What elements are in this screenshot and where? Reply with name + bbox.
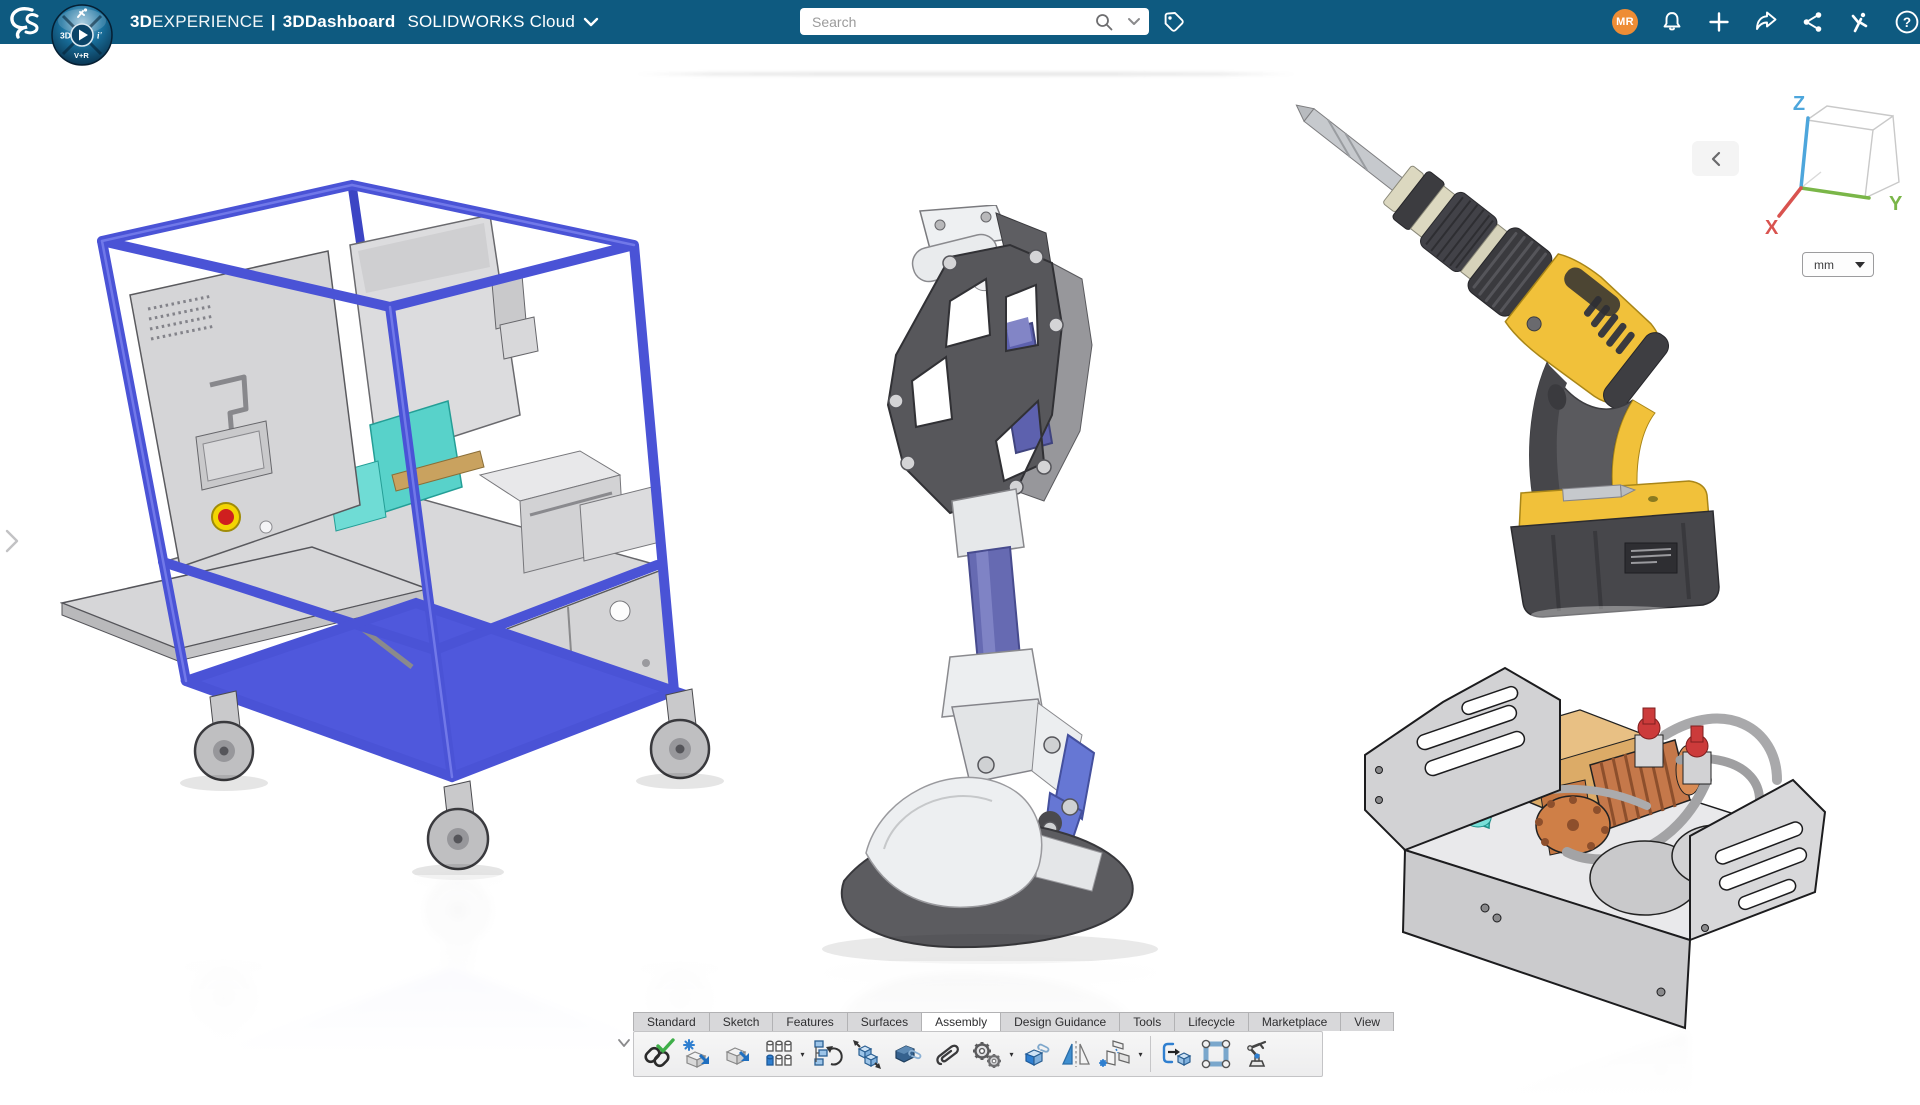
- app-title: 3DEXPERIENCE | 3DDashboard SOLIDWORKS Cl…: [130, 0, 599, 44]
- 3ds-community-icon[interactable]: [1847, 9, 1873, 35]
- svg-text:V+R: V+R: [74, 51, 89, 60]
- tag-icon[interactable]: [1160, 8, 1188, 35]
- share-network-icon[interactable]: [1800, 9, 1826, 35]
- assembly-features-icon[interactable]: [967, 1033, 1007, 1075]
- tab-design-guidance[interactable]: Design Guidance: [1000, 1012, 1120, 1031]
- mirror-components-icon[interactable]: [1056, 1033, 1096, 1075]
- model-machine-cart[interactable]: [60, 175, 860, 1055]
- search-bar: [800, 8, 1149, 35]
- brand-prefix: 3D: [130, 12, 152, 32]
- svg-text:3D: 3D: [60, 31, 71, 41]
- make-smart-component-icon[interactable]: [1016, 1033, 1056, 1075]
- search-icon[interactable]: [1089, 8, 1119, 35]
- structure-system-icon[interactable]: [1196, 1033, 1236, 1075]
- insert-components-alt-icon[interactable]: [718, 1033, 758, 1075]
- tab-surfaces[interactable]: Surfaces: [847, 1012, 922, 1031]
- svg-text:i': i': [97, 31, 103, 41]
- svg-text:?: ?: [1903, 15, 1911, 30]
- brand-separator: |: [271, 12, 276, 32]
- model-prosthetic-leg[interactable]: [800, 205, 1190, 1065]
- move-component-icon[interactable]: [847, 1033, 887, 1075]
- toolbar-collapse-chevron-icon[interactable]: [616, 1036, 632, 1050]
- widget-top-shadow: [630, 72, 1302, 76]
- command-tabs: Standard Sketch Features Surfaces Assemb…: [633, 1012, 1393, 1031]
- flyout-arrow-icon[interactable]: ▾: [798, 1050, 807, 1059]
- orientation-triad[interactable]: Z Y X: [1763, 92, 1913, 242]
- tab-marketplace[interactable]: Marketplace: [1248, 1012, 1341, 1031]
- tab-sketch[interactable]: Sketch: [709, 1012, 774, 1031]
- flyout-arrow-icon[interactable]: ▾: [1007, 1050, 1016, 1059]
- tab-tools[interactable]: Tools: [1119, 1012, 1175, 1031]
- model-cordless-drill[interactable]: [1295, 95, 1725, 640]
- search-input[interactable]: [800, 14, 1089, 30]
- linear-component-pattern-icon[interactable]: [758, 1033, 798, 1075]
- brand-app: 3DDashboard: [283, 12, 396, 32]
- model-toolbox-pump-assembly[interactable]: [1345, 640, 1855, 1100]
- right-panel-collapse-button[interactable]: [1692, 141, 1739, 176]
- mate-icon[interactable]: [638, 1033, 678, 1075]
- topbar-actions: MR ?: [1612, 0, 1920, 44]
- user-avatar[interactable]: MR: [1612, 9, 1638, 35]
- tab-lifecycle[interactable]: Lifecycle: [1174, 1012, 1249, 1031]
- chevron-left-icon: [1709, 150, 1723, 168]
- component-preview-icon[interactable]: [807, 1033, 847, 1075]
- share-forward-icon[interactable]: [1753, 9, 1779, 35]
- search-options-chevron-icon[interactable]: [1119, 8, 1149, 35]
- top-app-bar: 3D i' V+R 3DEXPERIENCE | 3DDashboard SOL…: [0, 0, 1920, 44]
- triad-y-label: Y: [1889, 193, 1903, 215]
- smart-component-icon[interactable]: [887, 1033, 927, 1075]
- left-panel-expander-chevron-icon[interactable]: [3, 526, 23, 556]
- dassault-systemes-logo-icon: [6, 3, 46, 43]
- tab-features[interactable]: Features: [772, 1012, 847, 1031]
- chevron-down-icon[interactable]: [583, 17, 599, 27]
- flyout-arrow-icon[interactable]: ▾: [1136, 1050, 1145, 1059]
- brand-product: EXPERIENCE: [152, 12, 264, 32]
- dropdown-caret-icon: [1855, 262, 1865, 268]
- exploded-view-icon[interactable]: [1096, 1033, 1136, 1075]
- notifications-bell-icon[interactable]: [1659, 9, 1685, 35]
- robot-assembly-icon[interactable]: [1236, 1033, 1276, 1075]
- units-dropdown[interactable]: mm: [1802, 252, 1874, 277]
- triad-x-label: X: [1765, 217, 1779, 239]
- smart-fasteners-icon[interactable]: [927, 1033, 967, 1075]
- tab-view[interactable]: View: [1340, 1012, 1394, 1031]
- brand-platform: SOLIDWORKS Cloud: [407, 12, 575, 32]
- triad-z-label: Z: [1793, 93, 1805, 115]
- tab-standard[interactable]: Standard: [633, 1012, 710, 1031]
- assembly-toolbar: ▾ ▾: [633, 1031, 1323, 1077]
- edit-component-icon[interactable]: [1156, 1033, 1196, 1075]
- toolbar-separator: [1150, 1036, 1151, 1072]
- units-value: mm: [1803, 258, 1855, 272]
- add-content-icon[interactable]: [1706, 9, 1732, 35]
- 3dexperience-compass-icon[interactable]: 3D i' V+R: [50, 3, 114, 67]
- tab-assembly[interactable]: Assembly: [921, 1012, 1001, 1031]
- help-icon[interactable]: ?: [1894, 9, 1920, 35]
- insert-components-icon[interactable]: [678, 1033, 718, 1075]
